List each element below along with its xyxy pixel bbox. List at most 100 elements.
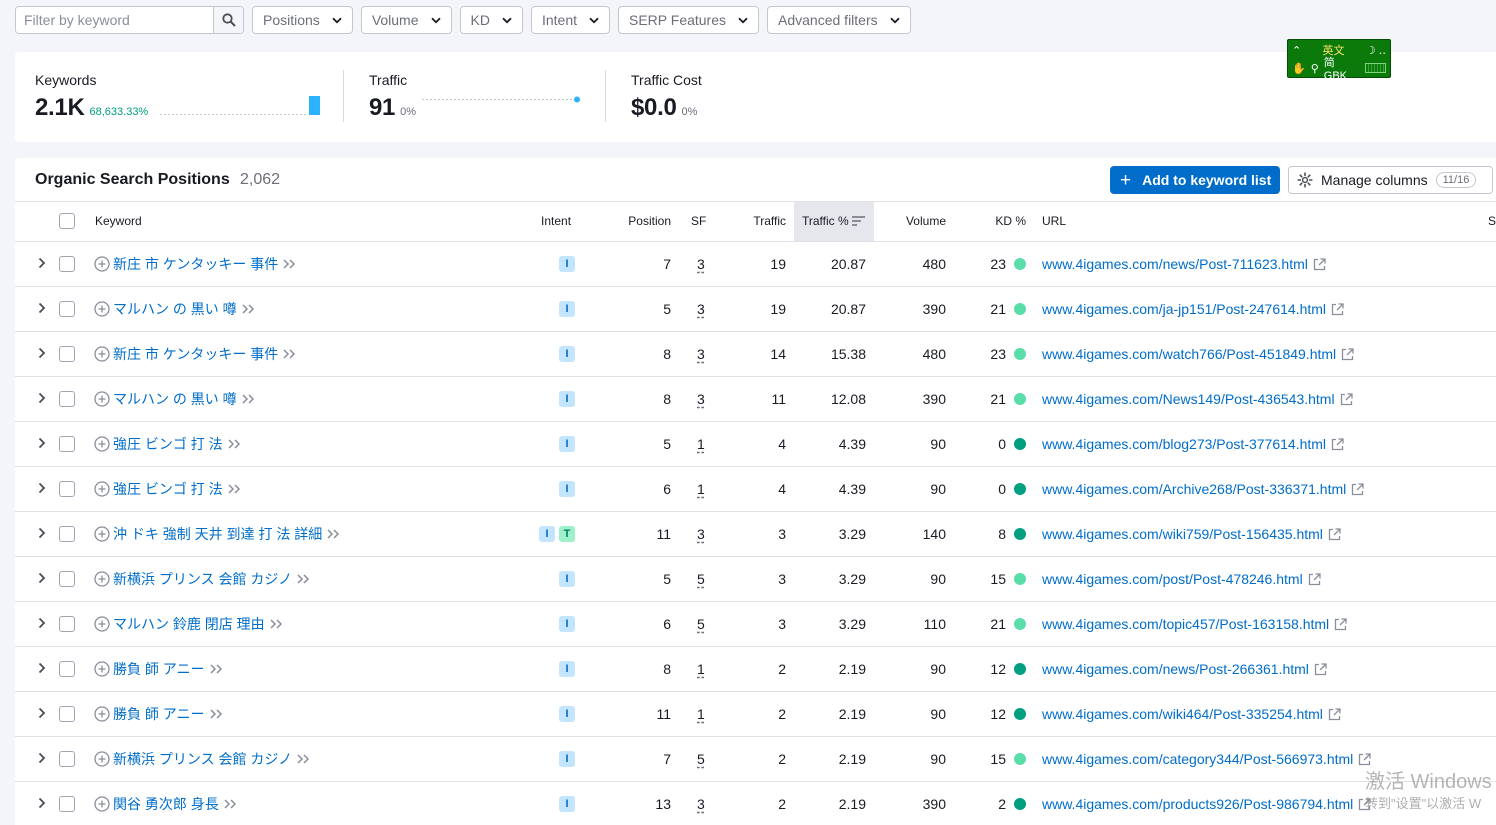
intent-badge[interactable]: I (559, 391, 575, 407)
traffic-cost-metric[interactable]: Traffic Cost $0.0 0% (631, 72, 702, 122)
url-link[interactable]: www.4igames.com/blog273/Post-377614.html (1042, 436, 1326, 452)
row-checkbox[interactable] (59, 751, 75, 767)
keyword-link[interactable]: 関谷 勇次郎 身長 (113, 794, 219, 814)
url-link[interactable]: www.4igames.com/watch766/Post-451849.htm… (1042, 346, 1336, 362)
keyword-filter-input[interactable] (16, 7, 213, 33)
keyword-cell[interactable]: 関谷 勇次郎 身長 (94, 782, 237, 825)
keyword-cell[interactable]: 勝負 師 アニー (94, 692, 223, 736)
col-volume[interactable]: Volume (885, 202, 946, 241)
col-position[interactable]: Position (611, 202, 671, 241)
row-checkbox[interactable] (59, 571, 75, 587)
keyword-link[interactable]: 強圧 ビンゴ 打 法 (113, 479, 223, 499)
keyword-link[interactable]: マルハン の 黒い 噂 (113, 389, 237, 409)
keyword-link[interactable]: 新庄 市 ケンタッキー 事件 (113, 254, 278, 274)
external-link-icon[interactable] (1328, 527, 1341, 541)
col-keyword[interactable]: Keyword (95, 202, 142, 241)
external-link-icon[interactable] (1340, 392, 1353, 406)
url-link[interactable]: www.4igames.com/topic457/Post-163158.htm… (1042, 616, 1329, 632)
external-link-icon[interactable] (1308, 572, 1321, 586)
add-keyword-icon[interactable] (94, 571, 110, 587)
keyword-link[interactable]: マルハン 鈴鹿 閉店 理由 (113, 614, 265, 634)
expand-row-chevron-icon[interactable] (38, 437, 46, 449)
serp-features-link[interactable]: 1 (697, 422, 705, 466)
keyword-cell[interactable]: 沖 ドキ 強制 天井 到達 打 法 詳細 (94, 512, 340, 556)
add-keyword-icon[interactable] (94, 301, 110, 317)
url-link[interactable]: www.4igames.com/Archive268/Post-336371.h… (1042, 481, 1346, 497)
url-link[interactable]: www.4igames.com/wiki759/Post-156435.html (1042, 526, 1323, 542)
row-checkbox[interactable] (59, 481, 75, 497)
intent-badge[interactable]: I (559, 481, 575, 497)
filter-dropdown-serp-features[interactable]: SERP Features (618, 6, 760, 34)
expand-row-chevron-icon[interactable] (38, 347, 46, 359)
col-kd[interactable]: KD % (966, 202, 1026, 241)
filter-dropdown-kd[interactable]: KD (459, 6, 523, 34)
expand-row-chevron-icon[interactable] (38, 392, 46, 404)
row-checkbox[interactable] (59, 661, 75, 677)
row-checkbox[interactable] (59, 436, 75, 452)
expand-row-chevron-icon[interactable] (38, 797, 46, 809)
ime-toolbar[interactable]: ⌃ 英文 ☽ ‥ ✋ ⚲ 简 GBK (1287, 39, 1391, 82)
intent-badge[interactable]: I (559, 256, 575, 272)
keyword-link[interactable]: 沖 ドキ 強制 天井 到達 打 法 詳細 (113, 524, 322, 544)
keyword-cell[interactable]: 新庄 市 ケンタッキー 事件 (94, 242, 296, 286)
intent-badge[interactable]: I (559, 661, 575, 677)
serp-features-link[interactable]: 3 (697, 287, 705, 331)
row-checkbox[interactable] (59, 706, 75, 722)
keyword-details-icon[interactable] (209, 709, 223, 719)
filter-dropdown-advanced-filters[interactable]: Advanced filters (767, 6, 911, 34)
intent-badge[interactable]: I (559, 751, 575, 767)
serp-features-link[interactable]: 5 (697, 557, 705, 601)
intent-badge[interactable]: I (559, 571, 575, 587)
keyword-cell[interactable]: 新横浜 プリンス 会館 カジノ (94, 557, 310, 601)
url-link[interactable]: www.4igames.com/News149/Post-436543.html (1042, 391, 1335, 407)
row-checkbox[interactable] (59, 256, 75, 272)
external-link-icon[interactable] (1331, 302, 1344, 316)
add-keyword-icon[interactable] (94, 616, 110, 632)
url-link[interactable]: www.4igames.com/news/Post-266361.html (1042, 661, 1309, 677)
col-extra[interactable]: S (1488, 202, 1496, 241)
intent-badge[interactable]: I (559, 796, 575, 812)
expand-row-chevron-icon[interactable] (38, 482, 46, 494)
keyword-cell[interactable]: マルハン の 黒い 噂 (94, 377, 255, 421)
keyword-link[interactable]: 勝負 師 アニー (113, 704, 205, 724)
row-checkbox[interactable] (59, 301, 75, 317)
col-url[interactable]: URL (1042, 202, 1066, 241)
expand-row-chevron-icon[interactable] (38, 617, 46, 629)
external-link-icon[interactable] (1341, 347, 1354, 361)
keyword-details-icon[interactable] (242, 394, 255, 404)
expand-row-chevron-icon[interactable] (38, 302, 46, 314)
add-keyword-icon[interactable] (94, 796, 110, 812)
url-link[interactable]: www.4igames.com/news/Post-711623.html (1042, 256, 1308, 272)
search-button[interactable] (213, 7, 243, 33)
intent-badge[interactable]: I (559, 616, 575, 632)
keyword-details-icon[interactable] (228, 484, 241, 494)
url-link[interactable]: www.4igames.com/products926/Post-986794.… (1042, 796, 1353, 812)
url-link[interactable]: www.4igames.com/wiki464/Post-335254.html (1042, 706, 1323, 722)
url-link[interactable]: www.4igames.com/ja-jp151/Post-247614.htm… (1042, 301, 1326, 317)
filter-dropdown-positions[interactable]: Positions (252, 6, 353, 34)
keyword-cell[interactable]: 新庄 市 ケンタッキー 事件 (94, 332, 296, 376)
col-sf[interactable]: SF (691, 202, 706, 241)
intent-badge[interactable]: T (559, 526, 575, 542)
keyword-details-icon[interactable] (327, 529, 340, 539)
external-link-icon[interactable] (1314, 662, 1327, 676)
add-keyword-icon[interactable] (94, 661, 110, 677)
intent-badge[interactable]: I (559, 346, 575, 362)
intent-badge[interactable]: I (559, 436, 575, 452)
keyword-link[interactable]: マルハン の 黒い 噂 (113, 299, 237, 319)
keyword-link[interactable]: 勝負 師 アニー (113, 659, 205, 679)
add-keyword-icon[interactable] (94, 526, 110, 542)
serp-features-link[interactable]: 1 (697, 692, 705, 736)
select-all-checkbox[interactable] (59, 213, 75, 229)
keyword-details-icon[interactable] (283, 259, 296, 269)
keyword-details-icon[interactable] (297, 754, 310, 764)
expand-row-chevron-icon[interactable] (38, 707, 46, 719)
row-checkbox[interactable] (59, 391, 75, 407)
url-link[interactable]: www.4igames.com/post/Post-478246.html (1042, 571, 1303, 587)
ime-keyboard-icon[interactable] (1364, 63, 1386, 73)
intent-badge[interactable]: I (539, 526, 555, 542)
add-keyword-icon[interactable] (94, 481, 110, 497)
col-traffic[interactable]: Traffic (726, 202, 786, 241)
keyword-link[interactable]: 強圧 ビンゴ 打 法 (113, 434, 223, 454)
add-keyword-icon[interactable] (94, 346, 110, 362)
